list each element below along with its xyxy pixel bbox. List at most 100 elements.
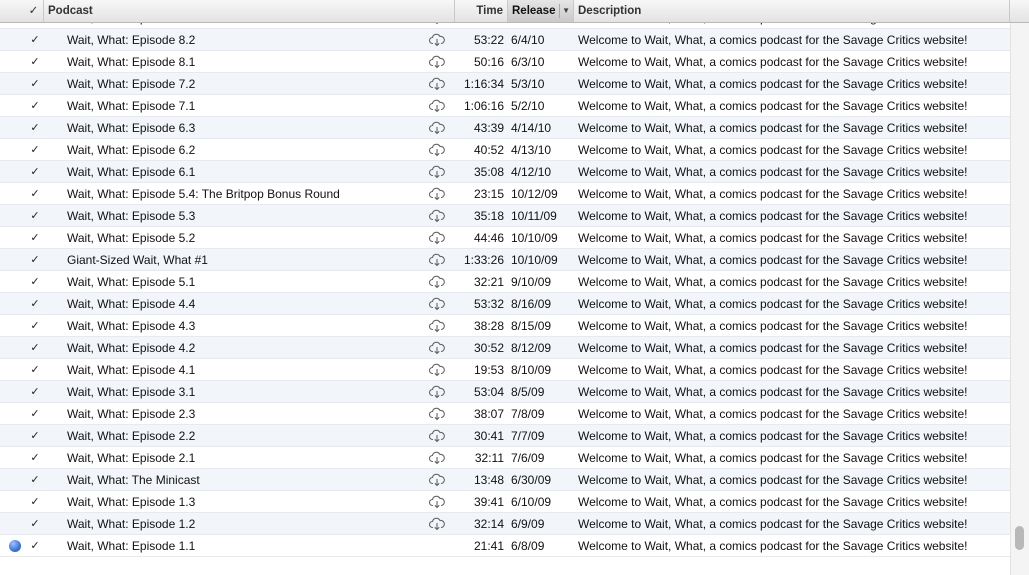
cloud-download-icon[interactable] bbox=[426, 139, 448, 161]
cloud-download-icon[interactable] bbox=[426, 117, 448, 139]
table-row[interactable]: ✓ Wait, What: Episode 6.2 40:52 4/13/10 … bbox=[0, 139, 1010, 161]
table-row[interactable]: ✓ Wait, What: Episode 4.2 30:52 8/12/09 … bbox=[0, 337, 1010, 359]
row-checkbox[interactable]: ✓ bbox=[26, 139, 44, 161]
table-row[interactable]: ✓ Wait, What: Episode 1.1 21:41 6/8/09 W… bbox=[0, 535, 1010, 557]
episode-name: Wait, What: Episode 2.2 bbox=[67, 429, 196, 443]
table-row[interactable]: ✓ Wait, What: Episode 5.1 32:21 9/10/09 … bbox=[0, 271, 1010, 293]
row-checkbox[interactable]: ✓ bbox=[26, 535, 44, 557]
table-row[interactable]: ✓ Wait, What: Episode 7.2 1:16:34 5/3/10… bbox=[0, 73, 1010, 95]
row-checkbox[interactable]: ✓ bbox=[26, 447, 44, 469]
cloud-download-icon[interactable] bbox=[426, 293, 448, 315]
sort-descending-icon[interactable]: ▼ bbox=[562, 0, 570, 22]
cloud-download-icon[interactable] bbox=[426, 183, 448, 205]
cloud-download-icon[interactable] bbox=[426, 271, 448, 293]
episode-name: Wait, What: Episode 5.2 bbox=[67, 231, 196, 245]
table-row[interactable]: ✓ Wait, What: Episode 5.3 35:18 10/11/09… bbox=[0, 205, 1010, 227]
row-checkbox[interactable]: ✓ bbox=[26, 161, 44, 183]
cloud-download-icon[interactable] bbox=[426, 205, 448, 227]
table-row[interactable]: ✓ Wait, What: Episode 4.1 19:53 8/10/09 … bbox=[0, 359, 1010, 381]
cloud-download-icon[interactable] bbox=[426, 249, 448, 271]
cloud-download-icon[interactable] bbox=[426, 73, 448, 95]
table-row[interactable]: ✓ Wait, What: Episode 2.1 32:11 7/6/09 W… bbox=[0, 447, 1010, 469]
cloud-download-icon[interactable] bbox=[426, 359, 448, 381]
table-row[interactable]: ✓ Wait, What: Episode 2.3 38:07 7/8/09 W… bbox=[0, 403, 1010, 425]
header-check-column[interactable]: ✓ bbox=[24, 0, 44, 22]
row-checkbox[interactable]: ✓ bbox=[26, 337, 44, 359]
cloud-download-icon[interactable] bbox=[426, 337, 448, 359]
scrollbar-thumb[interactable] bbox=[1015, 526, 1024, 550]
cloud-download-icon[interactable] bbox=[426, 161, 448, 183]
table-row[interactable]: ✓ Wait, What: Episode 1.3 39:41 6/10/09 … bbox=[0, 491, 1010, 513]
episode-time: 13:48 bbox=[473, 473, 504, 487]
episode-name: Wait, What: Episode 4.1 bbox=[67, 363, 196, 377]
status-cell bbox=[6, 183, 24, 205]
cloud-download-icon[interactable] bbox=[426, 425, 448, 447]
row-checkbox[interactable]: ✓ bbox=[26, 227, 44, 249]
row-checkbox[interactable]: ✓ bbox=[26, 95, 44, 117]
status-cell bbox=[6, 227, 24, 249]
row-checkbox[interactable]: ✓ bbox=[26, 249, 44, 271]
episode-name: Wait, What: Episode 5.1 bbox=[67, 275, 196, 289]
cloud-download-icon[interactable] bbox=[426, 51, 448, 73]
row-checkbox[interactable]: ✓ bbox=[26, 271, 44, 293]
row-checkbox[interactable]: ✓ bbox=[26, 205, 44, 227]
row-checkbox[interactable]: ✓ bbox=[26, 51, 44, 73]
episode-name: Wait, What: Episode 1.1 bbox=[67, 539, 196, 553]
episode-name: Wait, What: Episode 4.3 bbox=[67, 319, 196, 333]
table-row[interactable]: ✓ Wait, What: Episode 5.4: The Britpop B… bbox=[0, 183, 1010, 205]
row-checkbox[interactable]: ✓ bbox=[26, 293, 44, 315]
table-row[interactable]: ✓ Wait, What: Episode 4.3 38:28 8/15/09 … bbox=[0, 315, 1010, 337]
cloud-download-icon[interactable] bbox=[426, 227, 448, 249]
status-cell bbox=[6, 73, 24, 95]
cloud-download-icon[interactable] bbox=[426, 403, 448, 425]
row-checkbox[interactable]: ✓ bbox=[26, 29, 44, 51]
episode-release-date: 5/3/10 bbox=[511, 77, 545, 91]
cloud-download-icon[interactable] bbox=[426, 447, 448, 469]
header-podcast-column[interactable]: Podcast bbox=[44, 0, 455, 22]
row-checkbox[interactable]: ✓ bbox=[26, 381, 44, 403]
table-row[interactable]: ✓ Wait, What: Episode 8.2 53:22 6/4/10 W… bbox=[0, 29, 1010, 51]
header-release-column[interactable]: Release ▼ bbox=[508, 0, 574, 22]
episode-description: Welcome to Wait, What, a comics podcast … bbox=[578, 187, 968, 201]
vertical-scrollbar[interactable] bbox=[1010, 23, 1029, 575]
cloud-download-icon[interactable] bbox=[426, 491, 448, 513]
row-checkbox[interactable]: ✓ bbox=[26, 73, 44, 95]
row-checkbox[interactable]: ✓ bbox=[26, 117, 44, 139]
cloud-download-icon[interactable] bbox=[426, 29, 448, 51]
table-row[interactable]: ✓ Wait, What: Episode 2.2 30:41 7/7/09 W… bbox=[0, 425, 1010, 447]
table-row[interactable]: ✓ Wait, What: Episode 3.1 53:04 8/5/09 W… bbox=[0, 381, 1010, 403]
table-row[interactable]: ✓ Giant-Sized Wait, What #1 1:33:26 10/1… bbox=[0, 249, 1010, 271]
row-checkbox[interactable]: ✓ bbox=[26, 469, 44, 491]
table-row[interactable]: ✓ Wait, What: Episode 6.3 43:39 4/14/10 … bbox=[0, 117, 1010, 139]
row-checkbox[interactable]: ✓ bbox=[26, 513, 44, 535]
table-row[interactable]: ✓ Wait, What: Episode 4.4 53:32 8/16/09 … bbox=[0, 293, 1010, 315]
table-row[interactable]: ✓ Wait, What: Episode 1.2 32:14 6/9/09 W… bbox=[0, 513, 1010, 535]
episode-time: 30:52 bbox=[473, 341, 504, 355]
table-row[interactable]: ✓ Wait, What: Episode 5.2 44:46 10/10/09… bbox=[0, 227, 1010, 249]
row-checkbox[interactable]: ✓ bbox=[26, 315, 44, 337]
table-row[interactable]: ✓ Wait, What: Episode 6.1 35:08 4/12/10 … bbox=[0, 161, 1010, 183]
row-checkbox[interactable]: ✓ bbox=[26, 425, 44, 447]
table-row[interactable]: ✓ Wait, What: Episode 7.1 1:06:16 5/2/10… bbox=[0, 95, 1010, 117]
row-checkbox[interactable]: ✓ bbox=[26, 359, 44, 381]
header-description-column[interactable]: Description bbox=[574, 0, 1010, 22]
episode-release-date: 8/15/09 bbox=[511, 319, 552, 333]
header-time-column[interactable]: Time bbox=[455, 0, 508, 22]
episode-time: 53:32 bbox=[473, 297, 504, 311]
table-row[interactable]: ✓ Wait, What: Episode 8.1 50:16 6/3/10 W… bbox=[0, 51, 1010, 73]
row-checkbox[interactable]: ✓ bbox=[26, 491, 44, 513]
episode-name: Wait, What: Episode 2.3 bbox=[67, 407, 196, 421]
row-checkbox[interactable]: ✓ bbox=[26, 403, 44, 425]
episode-time: 32:14 bbox=[473, 517, 504, 531]
table-row[interactable]: ✓ Wait, What: The Minicast 13:48 6/30/09… bbox=[0, 469, 1010, 491]
episode-release-date: 10/11/09 bbox=[511, 209, 557, 223]
cloud-download-icon[interactable] bbox=[426, 513, 448, 535]
row-checkbox[interactable]: ✓ bbox=[26, 183, 44, 205]
cloud-download-icon[interactable] bbox=[426, 95, 448, 117]
episode-description: Welcome to Wait, What, a comics podcast … bbox=[578, 165, 968, 179]
cloud-download-icon[interactable] bbox=[426, 469, 448, 491]
cloud-download-icon[interactable] bbox=[426, 381, 448, 403]
cloud-download-icon[interactable] bbox=[426, 315, 448, 337]
episode-time: 53:22 bbox=[473, 33, 504, 47]
status-cell bbox=[6, 249, 24, 271]
